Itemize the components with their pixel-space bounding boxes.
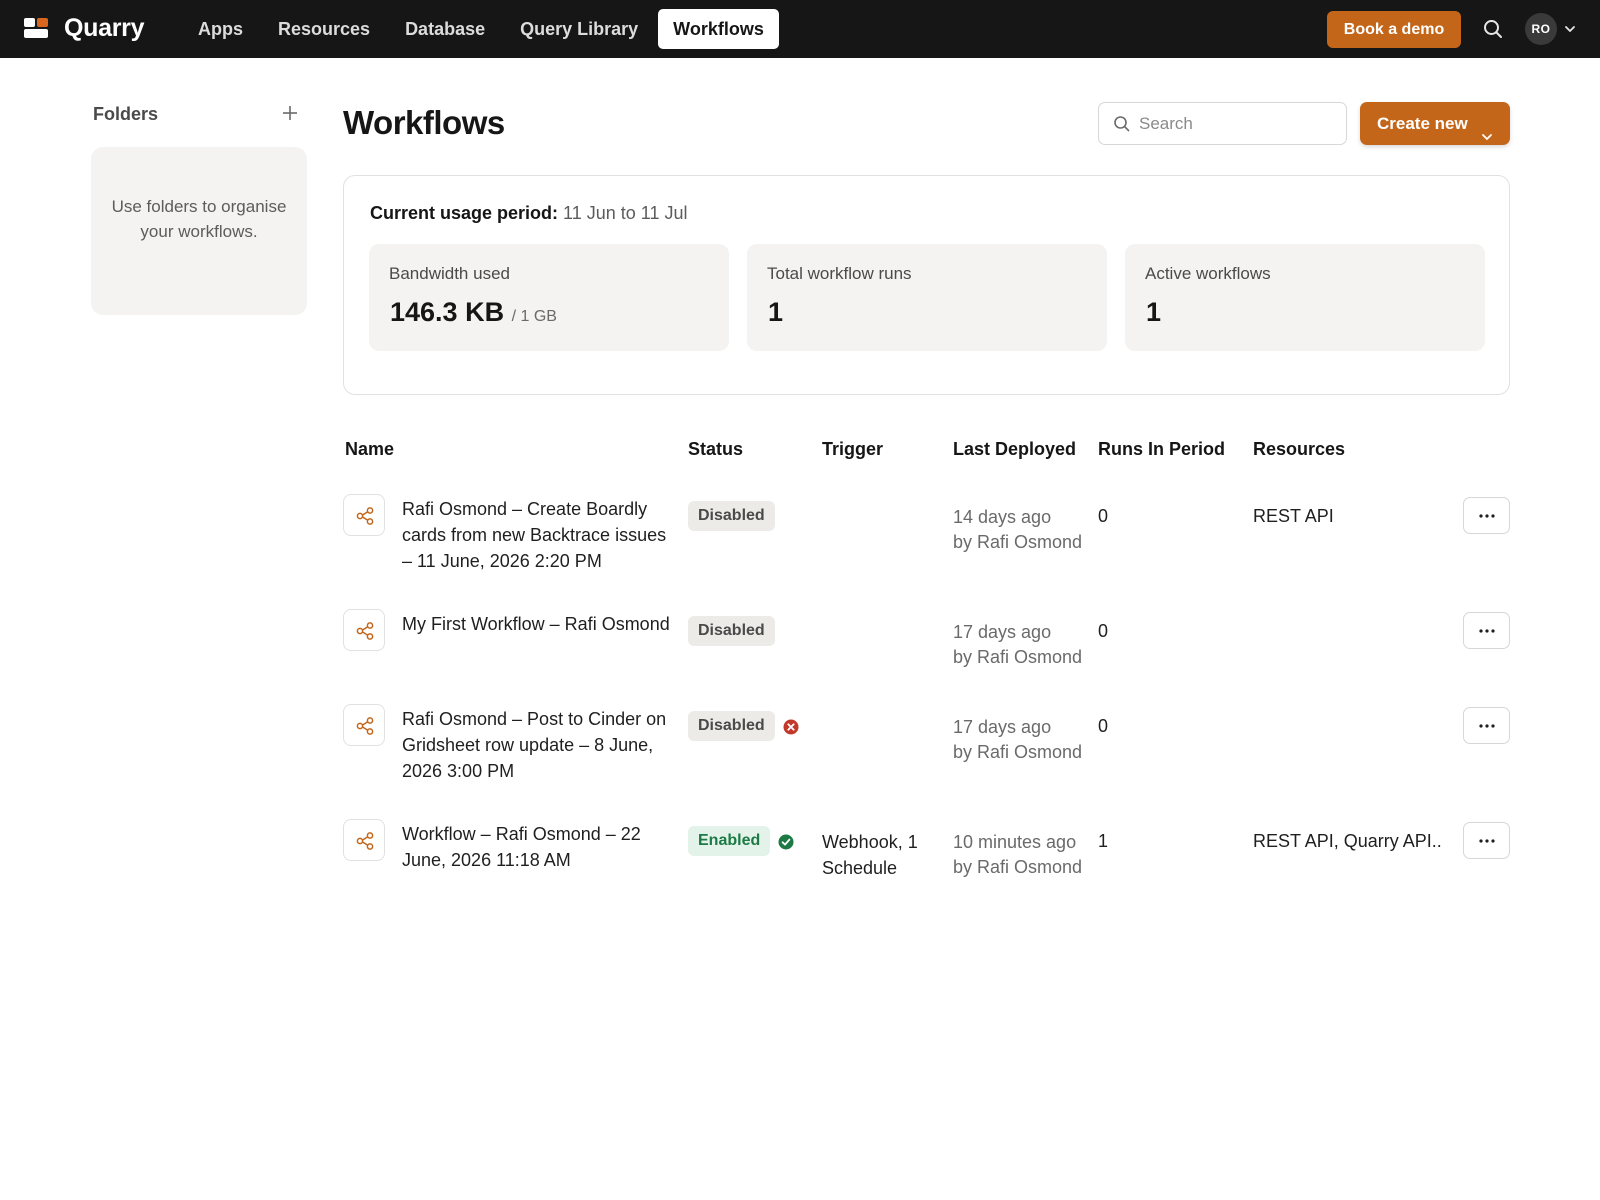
last-deployed: 17 days ago by Rafi Osmond: [953, 620, 1082, 670]
stat-total-runs: Total workflow runs 1: [747, 244, 1107, 351]
book-demo-button[interactable]: Book a demo: [1327, 11, 1461, 48]
workflow-name[interactable]: Rafi Osmond – Post to Cinder on Gridshee…: [402, 706, 677, 784]
trigger: Webhook, 1 Schedule: [822, 832, 918, 878]
workflow-icon: [343, 494, 385, 536]
nav-database[interactable]: Database: [390, 9, 500, 49]
stat-value: 146.3 KB: [390, 297, 505, 327]
status-badge: Disabled: [688, 501, 775, 531]
nav-query-library[interactable]: Query Library: [505, 9, 653, 49]
create-new-button[interactable]: Create new: [1360, 102, 1510, 145]
deployed-by: by Rafi Osmond: [953, 532, 1083, 552]
nav-resources[interactable]: Resources: [263, 9, 385, 49]
workflow-name[interactable]: My First Workflow – Rafi Osmond: [402, 611, 677, 637]
workflow-icon: [343, 819, 385, 861]
stat-label: Active workflows: [1145, 264, 1271, 283]
usage-period-value: 11 Jun to 11 Jul: [563, 203, 688, 223]
add-folder-icon[interactable]: [280, 103, 300, 123]
more-options-button[interactable]: [1463, 707, 1510, 744]
page-title: Workflows: [343, 104, 505, 141]
stat-label: Total workflow runs: [767, 264, 912, 283]
deployed-by: by Rafi Osmond: [953, 857, 1083, 877]
usage-period-label: Current usage period:: [370, 203, 559, 223]
more-options-button[interactable]: [1463, 497, 1510, 534]
logo-icon: [24, 16, 50, 40]
runs-in-period: 1: [1098, 831, 1109, 851]
deployed-by: by Rafi Osmond: [953, 647, 1083, 667]
last-deployed: 10 minutes ago by Rafi Osmond: [953, 830, 1082, 880]
search-input[interactable]: [1139, 109, 1339, 139]
more-options-button[interactable]: [1463, 612, 1510, 649]
status-badge: Enabled: [688, 826, 771, 856]
chevron-down-icon: [1480, 117, 1494, 140]
last-deployed: 14 days ago by Rafi Osmond: [953, 505, 1082, 555]
error-icon: [783, 719, 799, 735]
search-field[interactable]: [1098, 102, 1347, 145]
stat-value: 1: [1146, 297, 1162, 327]
stat-limit: / 1 GB: [511, 308, 557, 325]
app-logo[interactable]: Quarry: [24, 14, 144, 42]
column-header-name[interactable]: Name: [345, 439, 394, 460]
deployed-by: by Rafi Osmond: [953, 742, 1083, 762]
stat-value: 1: [768, 297, 784, 327]
workflow-name[interactable]: Workflow – Rafi Osmond – 22 June, 2026 1…: [402, 821, 677, 873]
usage-card: Current usage period: 11 Jun to 11 Jul B…: [343, 175, 1510, 395]
more-options-button[interactable]: [1463, 822, 1510, 859]
app-name: Quarry: [64, 14, 145, 42]
check-circle-icon: [778, 834, 794, 850]
deployed-when: 10 minutes ago: [953, 832, 1077, 852]
workflow-name[interactable]: Rafi Osmond – Create Boardly cards from …: [402, 496, 677, 574]
workflow-icon: [343, 704, 385, 746]
resources: REST API: [1253, 506, 1334, 526]
column-header-resources[interactable]: Resources: [1253, 439, 1345, 460]
deployed-when: 14 days ago: [953, 507, 1052, 527]
runs-in-period: 0: [1098, 506, 1109, 526]
stat-value-wrap: 146.3 KB / 1 GB: [390, 297, 557, 328]
avatar[interactable]: RO: [1525, 13, 1557, 45]
column-header-status[interactable]: Status: [688, 439, 743, 460]
create-new-label: Create new: [1377, 114, 1468, 133]
folders-empty-hint: Use folders to organise your workflows.: [111, 197, 287, 241]
resources: REST API, Quarry API...: [1253, 831, 1443, 851]
runs-in-period: 0: [1098, 716, 1109, 736]
last-deployed: 17 days ago by Rafi Osmond: [953, 715, 1082, 765]
status-badge: Disabled: [688, 616, 775, 646]
stat-bandwidth: Bandwidth used 146.3 KB / 1 GB: [369, 244, 729, 351]
workflow-icon: [343, 609, 385, 651]
nav-apps[interactable]: Apps: [183, 9, 258, 49]
deployed-when: 17 days ago: [953, 717, 1052, 737]
stat-active-workflows: Active workflows 1: [1125, 244, 1485, 351]
usage-period: Current usage period: 11 Jun to 11 Jul: [370, 203, 687, 224]
top-navbar: Quarry Apps Resources Database Query Lib…: [0, 0, 1600, 58]
column-header-last-deployed[interactable]: Last Deployed: [953, 439, 1076, 460]
deployed-when: 17 days ago: [953, 622, 1052, 642]
search-icon: [1112, 114, 1132, 134]
search-icon[interactable]: [1481, 17, 1505, 41]
folders-title: Folders: [93, 104, 159, 124]
folders-empty-state: Use folders to organise your workflows.: [91, 147, 307, 315]
runs-in-period: 0: [1098, 621, 1109, 641]
stat-label: Bandwidth used: [389, 264, 510, 283]
status-badge: Disabled: [688, 711, 775, 741]
chevron-down-icon[interactable]: [1563, 22, 1577, 36]
nav-workflows[interactable]: Workflows: [658, 9, 779, 49]
column-header-runs[interactable]: Runs In Period: [1098, 439, 1225, 460]
column-header-trigger[interactable]: Trigger: [822, 439, 883, 460]
main-nav: Apps Resources Database Query Library Wo…: [183, 9, 784, 49]
